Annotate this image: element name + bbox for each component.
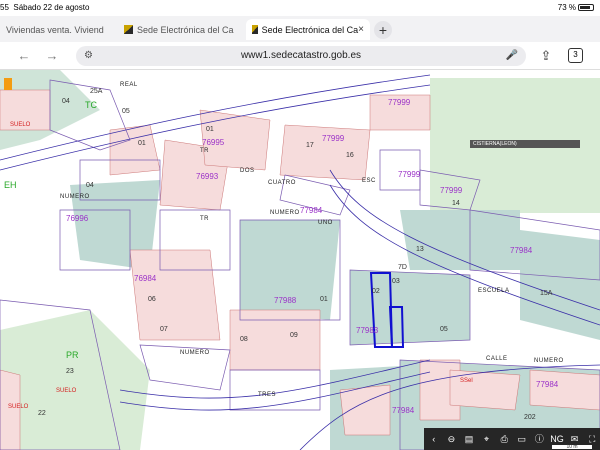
status-time-date: 55 Sábado 22 de agosto	[0, 3, 90, 12]
green-area	[400, 210, 520, 270]
parcel-number: 13	[416, 246, 424, 253]
parcel-number: 16	[346, 152, 354, 159]
parcel-number: 04	[62, 98, 70, 105]
parcel-number: 02	[372, 288, 380, 295]
parcel-number: 7D	[398, 264, 407, 271]
forward-arrow-icon[interactable]: →	[44, 48, 60, 64]
catastro-favicon-icon	[252, 25, 258, 34]
cadastral-ref: 76996	[66, 214, 89, 223]
parcel-number: 01	[206, 126, 214, 133]
street-label: TRES	[258, 392, 277, 398]
close-tab-icon[interactable]: ×	[358, 24, 364, 35]
cadastral-ref: 77983	[356, 326, 379, 335]
share-icon[interactable]: ⇪	[538, 48, 554, 64]
cadastral-ref: 77999	[440, 186, 463, 195]
tab-title: Sede Electrónica del Ca	[137, 24, 234, 35]
cadastral-ref: 77999	[388, 98, 411, 107]
map-scale: 10 m	[552, 445, 592, 450]
street-label: NUMERO	[270, 210, 300, 216]
street-label: REAL	[120, 82, 138, 88]
street-label: NUMERO	[534, 358, 564, 364]
location-marker-icon[interactable]	[4, 78, 12, 90]
battery-icon	[578, 4, 594, 12]
zone-code: PR	[66, 350, 79, 360]
cadastral-ref: 77988	[274, 296, 297, 305]
battery-indicator: 73 %	[558, 3, 594, 12]
parcel-number: 05	[440, 326, 448, 333]
green-area	[0, 310, 150, 450]
cadastral-ref: 76993	[196, 172, 219, 181]
status-bar: 55 Sábado 22 de agosto 73 %	[0, 0, 600, 16]
print-icon[interactable]: ⎙	[496, 431, 512, 447]
street-label: NUMERO	[180, 350, 210, 356]
catastro-favicon-icon	[124, 25, 133, 34]
street-label: TR	[200, 148, 209, 154]
cadastral-map[interactable]: CISTIERNA(LEON) REAL 25A TC 04 05 SUELO …	[0, 70, 600, 450]
cadastral-ref: 77984	[300, 206, 323, 215]
url-text: www1.sedecatastro.gob.es	[240, 50, 362, 61]
info-icon[interactable]: ⓘ	[532, 431, 548, 447]
cadastral-ref: 77984	[392, 406, 415, 415]
tab-title: Sede Electrónica del Ca	[261, 24, 359, 35]
tab-bar: Viviendas venta. Viviend Sede Electrónic…	[0, 16, 600, 42]
parcel-number: 01	[320, 296, 328, 303]
parcel-number: 23	[66, 368, 74, 375]
new-tab-button[interactable]: +	[374, 21, 392, 39]
cadastral-ref: 77984	[510, 246, 533, 255]
parcel-number: 25A	[90, 88, 103, 95]
tab-viviendas[interactable]: Viviendas venta. Viviend	[0, 19, 115, 40]
parcel-number: 01	[138, 140, 146, 147]
parcel-number: 22	[38, 410, 46, 417]
street-label: UNO	[318, 220, 333, 226]
tab-sede-active[interactable]: Sede Electrónica del Ca ×	[246, 19, 370, 40]
tab-count-button[interactable]: 3	[568, 48, 583, 63]
parcel-number: 15A	[540, 290, 553, 297]
tab-title: Viviendas venta. Viviend	[6, 24, 104, 35]
parcel-number: 05	[122, 108, 130, 115]
parcel-number: 14	[452, 200, 460, 207]
parcel-number: 04	[86, 182, 94, 189]
microphone-icon[interactable]: 🎤	[506, 49, 518, 63]
land-label: SSel	[460, 378, 473, 384]
cadastral-ref: 77999	[322, 134, 345, 143]
address-bar[interactable]: ⚙ www1.sedecatastro.gob.es 🎤	[76, 46, 526, 66]
measure-icon[interactable]: ⌖	[479, 431, 495, 447]
street-label: ESC	[362, 178, 376, 184]
select-icon[interactable]: ▭	[514, 431, 530, 447]
browser-toolbar: ← → ⚙ www1.sedecatastro.gob.es 🎤 ⇪ 3	[0, 42, 600, 70]
parcel-number: 09	[290, 332, 298, 339]
back-arrow-icon[interactable]: ←	[16, 48, 32, 64]
parcel-drawing	[0, 70, 600, 450]
land-label: SUELO	[8, 404, 29, 410]
street-label: CUATRO	[268, 180, 296, 186]
parcel-number: 202	[524, 414, 536, 421]
tab-sede-1[interactable]: Sede Electrónica del Ca	[118, 19, 243, 40]
street-label: TR	[200, 216, 209, 222]
cadastral-ref: 76995	[202, 138, 225, 147]
parcel-number: 06	[148, 296, 156, 303]
prev-arrow-icon[interactable]: ‹	[426, 431, 442, 447]
street-label: NUMERO	[60, 194, 90, 200]
zone-code: EH	[4, 180, 17, 190]
cadastral-ref: 77984	[536, 380, 559, 389]
zone-code: TC	[85, 100, 97, 110]
cadastral-ref: 76984	[134, 274, 157, 283]
street-label: DOS	[240, 168, 255, 174]
parcel-number: 08	[240, 336, 248, 343]
street-label: CALLE	[486, 356, 508, 362]
land-label: SUELO	[10, 122, 31, 128]
cadastral-ref: 77999	[398, 170, 421, 179]
parcel-number: 17	[306, 142, 314, 149]
location-label: CISTIERNA(LEON)	[470, 140, 580, 148]
layers-icon[interactable]: ▤	[461, 431, 477, 447]
parcel-number: 03	[392, 278, 400, 285]
zoom-icon[interactable]: ⊖	[444, 431, 460, 447]
green-area	[240, 220, 340, 320]
land-label: SUELO	[56, 388, 77, 394]
street-label: ESCUELA	[478, 288, 510, 294]
parcel-number: 07	[160, 326, 168, 333]
